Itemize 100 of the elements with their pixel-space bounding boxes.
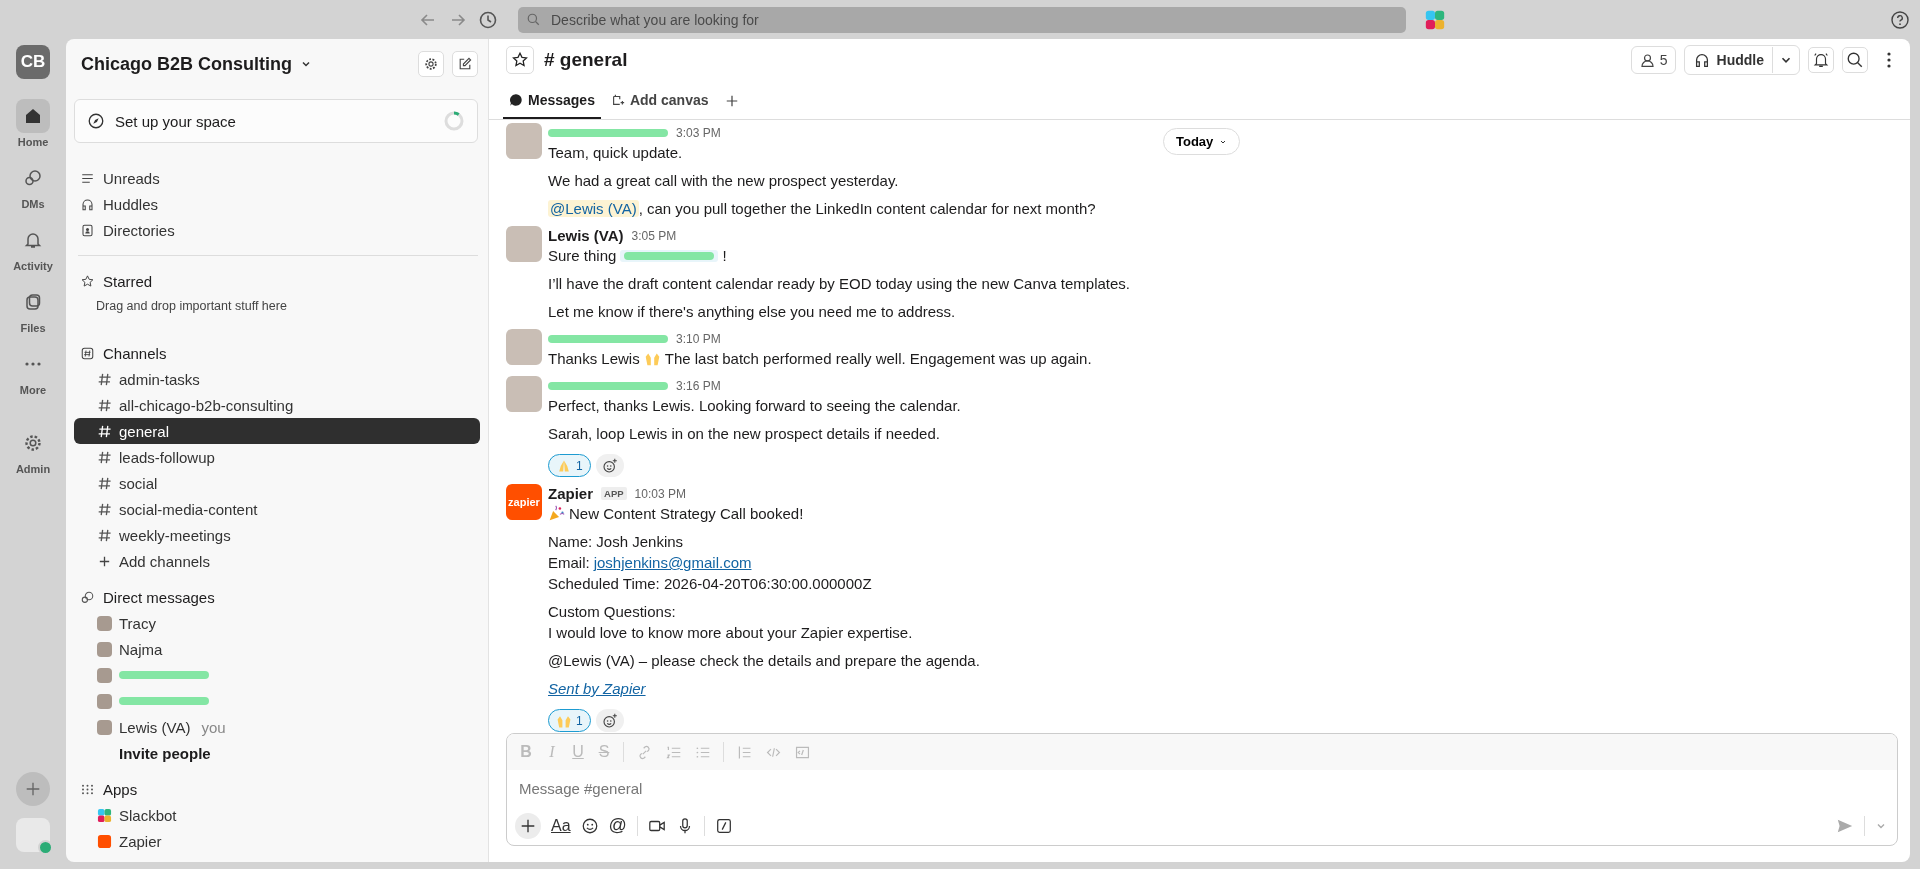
section-header[interactable]: Direct messages bbox=[66, 584, 488, 610]
canvas-icon bbox=[610, 93, 625, 107]
channel-title[interactable]: # general bbox=[544, 49, 628, 71]
bell-icon bbox=[23, 230, 43, 250]
rail-label[interactable]: Home bbox=[17, 136, 49, 148]
files-icon bbox=[23, 292, 43, 312]
add-button[interactable] bbox=[16, 772, 50, 806]
compass-icon bbox=[87, 112, 105, 130]
settings-icon bbox=[23, 433, 43, 453]
section-header[interactable]: Apps bbox=[66, 776, 488, 802]
avatar bbox=[97, 667, 112, 683]
timestamp[interactable]: 3:03 PM bbox=[676, 125, 721, 140]
section-header[interactable]: Channels bbox=[66, 340, 488, 366]
rail-label[interactable]: Files bbox=[20, 322, 46, 334]
setup-card[interactable]: Set up your space bbox=[74, 99, 478, 143]
workspace-name[interactable]: Chicago B2B Consulting bbox=[81, 53, 292, 75]
message-composer[interactable]: B I U S Message #general Aa @ bbox=[506, 733, 1898, 846]
sent-by-link[interactable]: Sent by Zapier bbox=[548, 680, 646, 697]
headphones-icon bbox=[80, 196, 95, 212]
channel-item[interactable]: all-chicago-b2b-consulting bbox=[74, 392, 480, 418]
author-name[interactable]: Zapier bbox=[548, 485, 593, 502]
settings-icon bbox=[423, 56, 439, 72]
message-text: I’ll have the draft content calendar ready by EOD today using the new Canva templates. bbox=[548, 275, 1130, 292]
avatar bbox=[97, 693, 112, 709]
mention-link[interactable]: @Lewis (VA) bbox=[548, 200, 639, 217]
date-divider-button[interactable]: Today bbox=[1163, 128, 1241, 155]
email-link[interactable]: joshjenkins@gmail.com bbox=[593, 554, 752, 571]
compose-icon bbox=[457, 56, 473, 72]
search-input[interactable]: Describe what you are looking for bbox=[549, 10, 1398, 29]
timestamp[interactable]: 3:05 PM bbox=[631, 228, 677, 243]
channel-item[interactable]: admin-tasks bbox=[74, 366, 480, 392]
slash-command-icon[interactable] bbox=[714, 816, 733, 835]
history-icon[interactable] bbox=[478, 9, 498, 30]
rail-button[interactable] bbox=[16, 99, 50, 133]
rail-label[interactable]: DMs bbox=[21, 198, 45, 210]
formatting-button[interactable]: Aa bbox=[551, 816, 571, 835]
add-reaction-button[interactable] bbox=[595, 454, 624, 477]
channel-item[interactable]: weekly-meetings bbox=[74, 522, 480, 548]
star-button[interactable] bbox=[506, 46, 534, 74]
rail-label[interactable]: More bbox=[19, 384, 47, 396]
author-name[interactable]: Lewis (VA) bbox=[548, 227, 624, 244]
hash-icon bbox=[97, 423, 112, 439]
add-tab-icon[interactable] bbox=[724, 94, 739, 108]
dm-item[interactable]: Najma bbox=[74, 636, 480, 662]
nav-item[interactable]: Huddles bbox=[66, 191, 488, 217]
more-icon bbox=[25, 362, 41, 366]
rail-label[interactable]: Activity bbox=[13, 260, 53, 272]
mention-button[interactable]: @ bbox=[608, 815, 627, 836]
search-field[interactable]: Describe what you are looking for bbox=[518, 6, 1406, 33]
party-popper-icon bbox=[548, 505, 565, 522]
add-reaction-button[interactable] bbox=[595, 709, 624, 732]
hash-icon bbox=[97, 449, 112, 465]
invite-people-item[interactable]: Invite people bbox=[74, 740, 480, 766]
dm-item[interactable]: Tracy bbox=[74, 610, 480, 636]
add-channels-item[interactable]: Add channels bbox=[74, 548, 480, 574]
timestamp[interactable]: 3:16 PM bbox=[676, 378, 721, 393]
app-logo-icon[interactable] bbox=[1424, 8, 1446, 31]
you-label: you bbox=[201, 718, 226, 736]
message-text: @Lewis (VA) – please check the details and prepare the agenda. bbox=[548, 652, 980, 669]
app-item[interactable]: Zapier bbox=[74, 828, 480, 854]
settings-button[interactable] bbox=[418, 51, 444, 77]
hash-icon bbox=[80, 345, 95, 361]
workspace-icon[interactable]: CB bbox=[16, 45, 50, 79]
channel-item[interactable]: leads-followup bbox=[74, 444, 480, 470]
search-button[interactable] bbox=[1842, 47, 1868, 73]
members-button[interactable]: 5 bbox=[1630, 46, 1676, 74]
reaction-button[interactable]: 1 bbox=[548, 454, 591, 477]
message-text: , can you pull together the LinkedIn content calendar for next month? bbox=[638, 200, 1096, 217]
nav-item[interactable]: Unreads bbox=[66, 165, 488, 191]
attach-button[interactable] bbox=[515, 812, 541, 839]
message-text: Name: Josh Jenkins bbox=[548, 533, 684, 550]
progress-ring bbox=[443, 110, 465, 132]
nav-item[interactable]: Directories bbox=[66, 217, 488, 243]
compose-button[interactable] bbox=[452, 51, 478, 77]
chat-bubbles-icon bbox=[80, 589, 95, 605]
rail-label[interactable]: Admin bbox=[15, 463, 51, 475]
message-text: The last batch performed really well. Engagement was up again. bbox=[664, 350, 1092, 367]
tab[interactable]: Messages bbox=[503, 83, 601, 119]
dm-item[interactable]: Lewis (VA) you bbox=[74, 714, 480, 740]
more-options-icon[interactable] bbox=[1886, 50, 1892, 70]
dm-name: Tracy bbox=[119, 614, 156, 632]
timestamp[interactable]: 3:10 PM bbox=[676, 331, 721, 346]
channel-item[interactable]: social-media-content bbox=[74, 496, 480, 522]
tab[interactable]: Add canvas bbox=[604, 83, 715, 119]
status-dot bbox=[38, 840, 53, 855]
help-icon[interactable] bbox=[1890, 9, 1910, 30]
person-icon bbox=[1638, 51, 1656, 69]
reaction-button[interactable]: 1 bbox=[548, 709, 591, 732]
message-text: We had a great call with the new prospect yesterday. bbox=[548, 172, 899, 189]
search-icon bbox=[1846, 51, 1864, 69]
message-text: New Content Strategy Call booked! bbox=[569, 505, 804, 522]
notifications-button[interactable] bbox=[1808, 47, 1834, 73]
channel-item[interactable]: general bbox=[74, 418, 480, 444]
add-emoji-icon bbox=[601, 712, 618, 729]
message-text: Team, quick update. bbox=[548, 144, 683, 161]
emoji-icon[interactable] bbox=[580, 816, 599, 835]
timestamp[interactable]: 10:03 PM bbox=[634, 486, 686, 501]
app-item[interactable]: Slackbot bbox=[74, 802, 480, 828]
section-header[interactable]: Starred bbox=[66, 268, 488, 294]
channel-item[interactable]: social bbox=[74, 470, 480, 496]
